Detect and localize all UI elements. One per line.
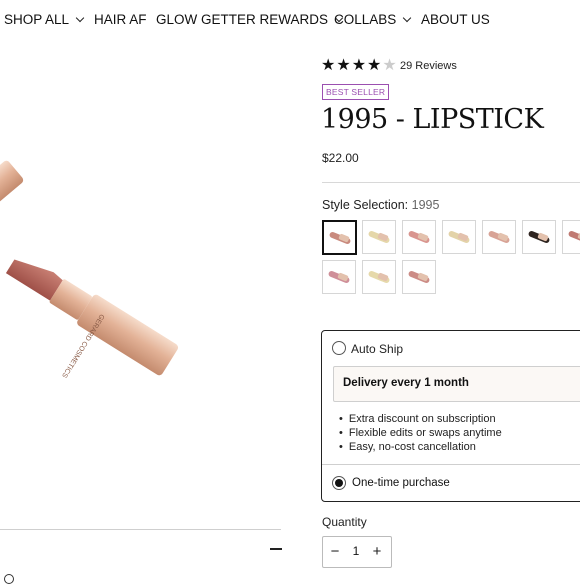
best-seller-badge: BEST SELLER <box>322 84 390 100</box>
style-swatch[interactable] <box>322 260 356 294</box>
minus-icon[interactable]: − <box>324 536 346 566</box>
style-swatch[interactable] <box>362 220 396 254</box>
price-divider <box>322 182 580 183</box>
delivery-frequency-text: Delivery every 1 month <box>343 377 469 389</box>
star-empty-icon: ★ <box>382 57 397 74</box>
style-swatch[interactable] <box>322 220 357 255</box>
benefit-item: Extra discount on subscription <box>339 412 502 426</box>
chevron-down-icon <box>403 13 412 23</box>
quantity-input[interactable]: 1 <box>346 536 366 566</box>
star-icon: ★ <box>367 57 382 74</box>
lipstick-image: GERARD COSMETICS <box>0 160 179 379</box>
style-swatch[interactable] <box>482 220 516 254</box>
nav-about-us[interactable]: ABOUT US <box>421 12 490 27</box>
lipstick-main: GERARD COSMETICS <box>5 259 179 379</box>
one-time-radio[interactable] <box>332 476 346 490</box>
subscription-benefits: Extra discount on subscription Flexible … <box>339 412 502 454</box>
chevron-down-icon <box>75 13 85 23</box>
star-icon: ★ <box>336 57 351 74</box>
nav-shop-all[interactable]: SHOP ALL <box>4 12 85 27</box>
star-icon: ★ <box>351 57 367 74</box>
nav-collabs-label: COLLABS <box>334 12 397 27</box>
style-swatch[interactable] <box>402 260 436 294</box>
purchase-options-divider <box>322 464 580 465</box>
style-selection: Style Selection: 1995 <box>322 198 439 212</box>
style-swatch[interactable] <box>362 260 396 294</box>
product-price: $22.00 <box>322 151 359 165</box>
product-title: 1995 - LIPSTICK <box>321 104 544 135</box>
nav-hair-af[interactable]: HAIR AF <box>94 12 147 27</box>
nav-shop-all-label: SHOP ALL <box>4 12 70 27</box>
nav-about-us-label: ABOUT US <box>421 12 490 27</box>
reviews-link[interactable]: 29 Reviews <box>400 60 457 72</box>
lipstick-cap-partial <box>0 160 24 210</box>
collapse-minus-icon[interactable] <box>270 548 282 550</box>
quantity-label: Quantity <box>322 515 367 529</box>
auto-ship-label[interactable]: Auto Ship <box>351 342 403 356</box>
rating-stars[interactable]: ★ ★ ★ ★ ★ <box>321 58 398 74</box>
gallery-dot-icon[interactable] <box>4 574 14 584</box>
benefit-item: Easy, no-cost cancellation <box>339 440 502 454</box>
benefit-item: Flexible edits or swaps anytime <box>339 426 502 440</box>
auto-ship-radio[interactable] <box>332 341 346 355</box>
nav-glow-getter-rewards[interactable]: GLOW GETTER REWARDS <box>156 12 344 27</box>
plus-icon[interactable]: + <box>366 536 388 566</box>
main-nav: SHOP ALL HAIR AF GLOW GETTER REWARDS COL… <box>0 0 580 40</box>
style-selection-label: Style Selection: <box>322 198 409 212</box>
style-swatch[interactable] <box>442 220 476 254</box>
nav-collabs[interactable]: COLLABS <box>334 12 412 27</box>
style-selection-value: 1995 <box>411 198 440 212</box>
style-swatch[interactable] <box>522 220 556 254</box>
style-swatch[interactable] <box>562 220 580 254</box>
style-swatch[interactable] <box>402 220 436 254</box>
product-image[interactable]: GERARD COSMETICS <box>0 150 300 420</box>
nav-glow-getter-rewards-label: GLOW GETTER REWARDS <box>156 12 329 27</box>
nav-hair-af-label: HAIR AF <box>94 12 147 27</box>
gallery-divider <box>0 529 281 530</box>
one-time-label[interactable]: One-time purchase <box>352 477 450 489</box>
star-icon: ★ <box>321 57 336 74</box>
